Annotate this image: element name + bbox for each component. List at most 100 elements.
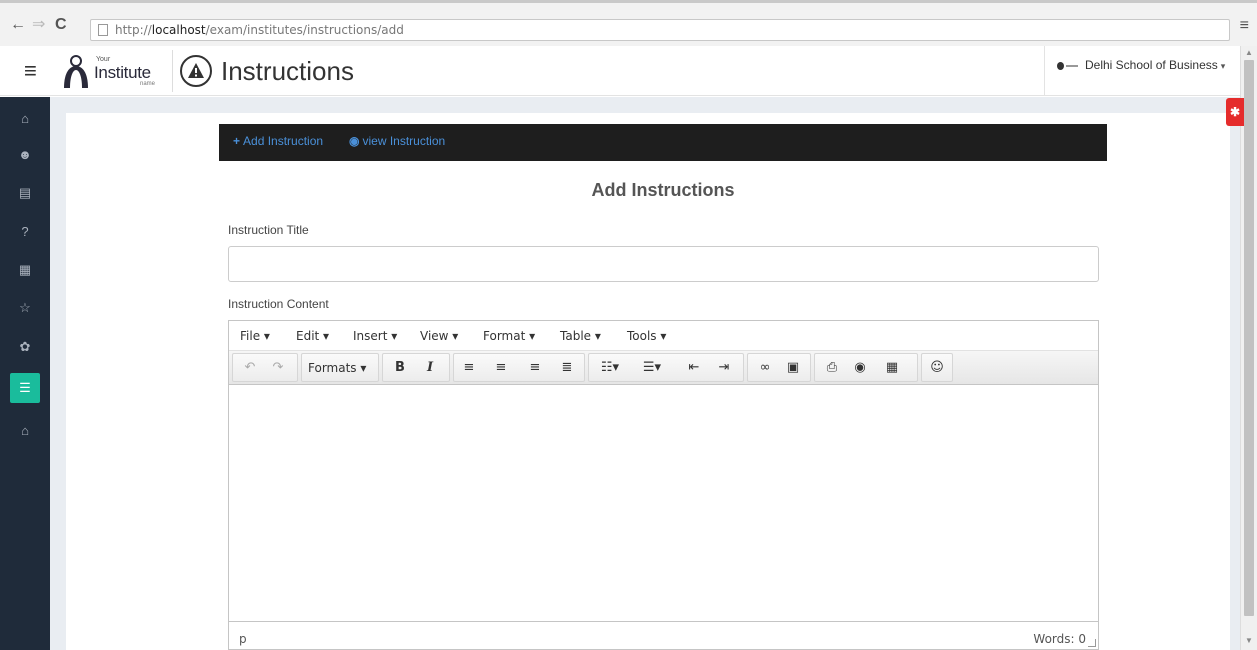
address-bar[interactable]: http://localhost/exam/institutes/instruc… <box>90 19 1230 41</box>
formats-dropdown[interactable]: Formats ▾ <box>308 356 366 380</box>
menu-insert[interactable]: Insert ▾ <box>353 329 397 343</box>
emoticons-group: ☺ <box>921 353 953 382</box>
sidebar: ⌂ ☻ ▤ ? ▦ ☆ ✿ ☰ ⌂ <box>0 97 50 650</box>
sidebar-item-institute[interactable]: ⌂ <box>0 413 50 449</box>
formats-group: Formats ▾ <box>301 353 379 382</box>
browser-toolbar: ← ⇒ C http://localhost/exam/institutes/i… <box>0 0 1257 46</box>
editor-menubar: File ▾ Edit ▾ Insert ▾ View ▾ Format ▾ T… <box>229 321 1098 351</box>
insert-group: ∞ ▣ <box>747 353 811 382</box>
tab-view-label: view Instruction <box>362 134 446 148</box>
smiley-icon[interactable]: ☺ <box>926 356 948 380</box>
url-host: localhost <box>151 23 206 37</box>
menu-view[interactable]: View ▾ <box>420 329 458 343</box>
bold-button[interactable]: B <box>389 356 411 380</box>
app-header: ≡ Your Institute name Instructions Delhi… <box>0 46 1240 96</box>
preview-eye-icon[interactable]: ◉ <box>849 356 871 380</box>
redo-icon[interactable]: ↷ <box>267 356 289 380</box>
print-icon[interactable]: ⎙ <box>821 356 843 380</box>
instruction-tabs: + Add Instruction ◉ view Instruction <box>219 124 1107 161</box>
back-arrow-icon[interactable]: ← <box>10 17 26 33</box>
school-name: Delhi School of Business <box>1085 58 1218 72</box>
form-heading: Add Instructions <box>591 180 735 200</box>
header-divider <box>172 50 173 92</box>
browser-menu-icon[interactable]: ≡ <box>1240 17 1249 35</box>
align-group: ≡ ≡ ≡ ≣ <box>453 353 585 382</box>
reload-icon[interactable]: C <box>55 17 67 33</box>
history-group: ↶ ↷ <box>232 353 298 382</box>
menu-file[interactable]: File ▾ <box>240 329 270 343</box>
tab-add-instruction[interactable]: + Add Instruction <box>233 134 323 148</box>
undo-icon[interactable]: ↶ <box>239 356 261 380</box>
outdent-icon[interactable]: ⇤ <box>683 356 705 380</box>
plus-icon: + <box>233 134 241 148</box>
sidebar-item-settings[interactable]: ✿ <box>0 329 50 365</box>
align-center-icon[interactable]: ≡ <box>490 356 512 380</box>
logo-institute-text: Institute <box>94 63 151 82</box>
sidebar-item-instructions[interactable]: ☰ <box>10 373 40 403</box>
gear-icon: ✿ <box>19 339 31 354</box>
tab-add-label: Add Instruction <box>243 134 324 148</box>
warning-icon <box>180 55 212 87</box>
image-icon[interactable]: ▣ <box>782 356 804 380</box>
sidebar-item-favorites[interactable]: ☆ <box>0 290 50 326</box>
sidebar-item-users[interactable]: ☻ <box>0 137 50 173</box>
resize-handle[interactable] <box>1088 639 1096 647</box>
italic-button[interactable]: I <box>419 356 441 380</box>
menu-format[interactable]: Format ▾ <box>483 329 535 343</box>
chevron-down-icon: ▾ <box>1220 61 1226 71</box>
question-icon: ? <box>21 224 29 239</box>
page-title: Instructions <box>221 56 354 86</box>
instruction-title-input[interactable] <box>228 246 1099 282</box>
list-icon: ☰ <box>19 380 31 395</box>
indent-icon[interactable]: ⇥ <box>713 356 735 380</box>
align-justify-icon[interactable]: ≣ <box>556 356 578 380</box>
url-prefix: http:// <box>115 23 152 37</box>
sidebar-item-home[interactable]: ⌂ <box>0 101 50 137</box>
eye-icon: ◉ <box>349 134 360 148</box>
scroll-down-icon[interactable]: ▼ <box>1245 636 1253 645</box>
menu-edit[interactable]: Edit ▾ <box>296 329 329 343</box>
media-icon[interactable]: ▦ <box>881 356 903 380</box>
page-icon <box>98 24 108 36</box>
school-logo-icon <box>1057 61 1079 70</box>
scroll-thumb[interactable] <box>1244 60 1254 616</box>
bug-report-icon[interactable]: ✱ <box>1226 98 1244 126</box>
institute-logo[interactable]: Your Institute name <box>60 52 176 92</box>
editor-content-area[interactable] <box>229 385 1098 621</box>
users-icon: ☻ <box>18 147 32 162</box>
menu-table[interactable]: Table ▾ <box>560 329 601 343</box>
align-left-icon[interactable]: ≡ <box>458 356 480 380</box>
bank-icon: ⌂ <box>21 423 29 438</box>
numbered-list-icon[interactable]: ☰▾ <box>635 356 669 380</box>
star-icon: ☆ <box>19 300 31 315</box>
logo-mark-icon <box>64 55 88 88</box>
school-dropdown[interactable]: Delhi School of Business ▾ <box>1044 46 1240 96</box>
scroll-up-icon[interactable]: ▲ <box>1245 48 1253 57</box>
align-right-icon[interactable]: ≡ <box>524 356 546 380</box>
tab-view-instruction[interactable]: ◉ view Instruction <box>349 134 445 148</box>
sidebar-item-card[interactable]: ▤ <box>0 175 50 211</box>
element-path[interactable]: p <box>239 632 247 646</box>
bullet-list-icon[interactable]: ☷▾ <box>593 356 627 380</box>
card-icon: ▤ <box>18 185 32 200</box>
document-icon: ▦ <box>18 262 32 277</box>
url-path: /exam/institutes/instructions/add <box>205 23 404 37</box>
text-style-group: B I <box>382 353 450 382</box>
editor-toolbar: ↶ ↷ Formats ▾ B I ≡ ≡ ≡ ≣ ☷▾ ☰▾ ⇤ ⇥ ∞ ▣ … <box>229 351 1098 385</box>
link-icon[interactable]: ∞ <box>754 356 776 380</box>
rich-text-editor: File ▾ Edit ▾ Insert ▾ View ▾ Format ▾ T… <box>228 320 1099 650</box>
forward-arrow-icon[interactable]: ⇒ <box>32 17 45 33</box>
list-group: ☷▾ ☰▾ ⇤ ⇥ <box>588 353 744 382</box>
sidebar-item-documents[interactable]: ▦ <box>0 252 50 288</box>
logo-your-text: Your <box>96 56 111 63</box>
hamburger-menu-icon[interactable]: ≡ <box>24 60 37 82</box>
logo-name-text: name <box>140 81 156 87</box>
media-group: ⎙ ◉ ▦ <box>814 353 918 382</box>
word-count: Words: 0 <box>1033 632 1086 646</box>
menu-tools[interactable]: Tools ▾ <box>627 329 666 343</box>
editor-statusbar: p Words: 0 <box>229 621 1098 649</box>
instruction-content-label: Instruction Content <box>228 297 329 311</box>
instruction-title-label: Instruction Title <box>228 223 309 237</box>
page-scrollbar[interactable]: ▲ ▼ <box>1240 46 1257 650</box>
sidebar-item-questions[interactable]: ? <box>0 214 50 250</box>
